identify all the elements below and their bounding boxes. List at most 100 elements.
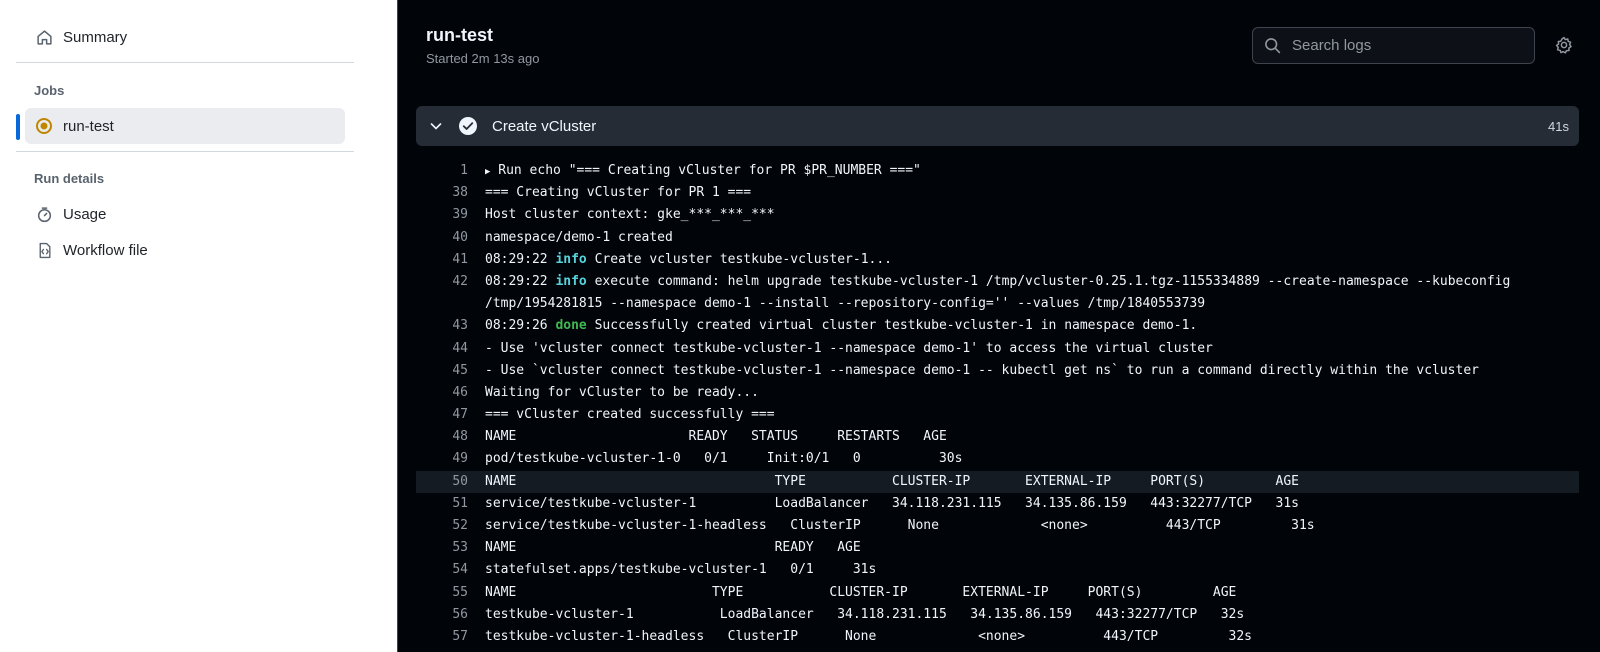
search-logs-box[interactable]: [1252, 27, 1535, 64]
log-line-text: === vCluster created successfully ===: [485, 404, 775, 426]
sidebar-item-summary[interactable]: Summary: [25, 19, 345, 55]
log-line-number[interactable]: 45: [416, 360, 468, 382]
log-line-text: testkube-vcluster-1-headless ClusterIP N…: [485, 626, 1252, 648]
log-line-text: pod/testkube-vcluster-1-0 0/1 Init:0/1 0…: [485, 448, 962, 470]
log-message: NAME READY STATUS RESTARTS AGE: [485, 429, 947, 445]
log-line-text: testkube-vcluster-1 LoadBalancer 34.118.…: [485, 604, 1244, 626]
check-circle-icon: [458, 116, 478, 136]
jobs-heading: Jobs: [34, 83, 65, 98]
log-line-number[interactable]: 42: [416, 271, 468, 315]
sidebar: Summary Jobs run-test Run details Usage …: [0, 0, 397, 652]
log-line-number[interactable]: 1: [416, 160, 468, 182]
log-line-number[interactable]: 41: [416, 249, 468, 271]
log-line-number[interactable]: 46: [416, 382, 468, 404]
log-message: NAME TYPE CLUSTER-IP EXTERNAL-IP PORT(S)…: [485, 473, 1299, 489]
sidebar-item-usage[interactable]: Usage: [25, 196, 345, 232]
log-message: === Creating vCluster for PR 1 ===: [485, 185, 752, 201]
home-icon: [35, 28, 53, 46]
log-line-number[interactable]: 43: [416, 315, 468, 337]
log-line-text: Host cluster context: gke_***_***_***: [485, 204, 775, 226]
chevron-down-icon[interactable]: [428, 118, 444, 134]
log-line-text: NAME TYPE CLUSTER-IP EXTERNAL-IP PORT(S)…: [485, 471, 1299, 493]
log-line-number[interactable]: 40: [416, 227, 468, 249]
log-line-number[interactable]: 52: [416, 515, 468, 537]
log-message: Waiting for vCluster to be ready...: [485, 384, 759, 400]
log-line-text: 08:29:26 done Successfully created virtu…: [485, 315, 1197, 337]
search-icon: [1264, 37, 1282, 55]
log-line-number[interactable]: 49: [416, 448, 468, 470]
log-line-number[interactable]: 56: [416, 604, 468, 626]
page-title: run-test: [426, 25, 493, 45]
gear-icon[interactable]: [1554, 35, 1574, 55]
log-line-text: statefulset.apps/testkube-vcluster-1 0/1…: [485, 559, 876, 581]
run-details-heading: Run details: [34, 171, 105, 186]
log-line: 52 service/testkube-vcluster-1-headless C…: [416, 515, 1579, 537]
sidebar-item-label: Usage: [63, 205, 107, 223]
log-line: 53 NAME READY AGE: [416, 537, 1579, 559]
log-line-number[interactable]: 53: [416, 537, 468, 559]
sidebar-item-label: Workflow file: [63, 241, 148, 259]
divider: [16, 151, 354, 152]
log-line-number[interactable]: 47: [416, 404, 468, 426]
log-line-text: 08:29:22 info Create vcluster testkube-v…: [485, 249, 892, 271]
sidebar-item-workflow-file[interactable]: Workflow file: [25, 232, 345, 268]
log-message: testkube-vcluster-1 LoadBalancer 34.118.…: [485, 606, 1245, 622]
log-message: - Use 'vcluster connect testkube-vcluste…: [485, 340, 1213, 356]
log-message: namespace/demo-1 created: [485, 229, 673, 245]
log-message: NAME TYPE CLUSTER-IP EXTERNAL-IP PORT(S)…: [485, 584, 1237, 600]
log-level: info: [555, 273, 587, 289]
log-line: 43 08:29:26 done Successfully created vir…: [416, 315, 1579, 337]
log-line: 1 ▶ Run echo "=== Creating vCluster for P…: [416, 160, 1579, 182]
log-line-text: namespace/demo-1 created: [485, 227, 673, 249]
log-line: 46 Waiting for vCluster to be ready...: [416, 382, 1579, 404]
log-line: 51 service/testkube-vcluster-1 LoadBalanc…: [416, 493, 1579, 515]
log-line: 54 statefulset.apps/testkube-vcluster-1 0…: [416, 559, 1579, 581]
log-line: 55 NAME TYPE CLUSTER-IP EXTERNAL-IP PORT(…: [416, 582, 1579, 604]
log-line-number[interactable]: 50: [416, 471, 468, 493]
log-line-text: ▶ Run echo "=== Creating vCluster for PR…: [485, 160, 921, 182]
search-input[interactable]: [1292, 37, 1522, 54]
log-line-text: service/testkube-vcluster-1 LoadBalancer…: [485, 493, 1299, 515]
log-message: service/testkube-vcluster-1-headless Clu…: [485, 518, 1315, 534]
log-level: done: [555, 318, 587, 334]
log-line-text: service/testkube-vcluster-1-headless Clu…: [485, 515, 1315, 537]
log-line-number[interactable]: 38: [416, 182, 468, 204]
log-line-text: NAME READY STATUS RESTARTS AGE: [485, 426, 947, 448]
log-line-text: - Use 'vcluster connect testkube-vcluste…: [485, 338, 1213, 360]
log-line-number[interactable]: 57: [416, 626, 468, 648]
log-line: 40 namespace/demo-1 created: [416, 227, 1579, 249]
step-header-create-vcluster[interactable]: Create vCluster 41s: [416, 106, 1579, 146]
step-name: Create vCluster: [492, 117, 597, 135]
log-line: 48 NAME READY STATUS RESTARTS AGE: [416, 426, 1579, 448]
log-message: === vCluster created successfully ===: [485, 407, 775, 423]
log-message: - Use `vcluster connect testkube-vcluste…: [485, 362, 1479, 378]
sidebar-item-run-test[interactable]: run-test: [25, 108, 345, 144]
sidebar-item-label: run-test: [63, 117, 114, 135]
log-line: 44 - Use 'vcluster connect testkube-vclus…: [416, 338, 1579, 360]
log-line-text: NAME READY AGE: [485, 537, 861, 559]
log-message: Run echo "=== Creating vCluster for PR $…: [490, 163, 921, 178]
log-line: 56 testkube-vcluster-1 LoadBalancer 34.11…: [416, 604, 1579, 626]
log-output: 1 ▶ Run echo "=== Creating vCluster for P…: [416, 160, 1579, 648]
log-line-text: 08:29:22 info execute command: helm upgr…: [485, 271, 1545, 315]
log-line: 57 testkube-vcluster-1-headless ClusterIP…: [416, 626, 1579, 648]
step-duration: 41s: [1548, 118, 1569, 134]
log-message: Create vcluster testkube-vcluster-1...: [586, 251, 893, 267]
log-line-number[interactable]: 54: [416, 559, 468, 581]
log-line-number[interactable]: 39: [416, 204, 468, 226]
log-line: 47 === vCluster created successfully ===: [416, 404, 1579, 426]
log-line: 39 Host cluster context: gke_***_***_***: [416, 204, 1579, 226]
log-message: pod/testkube-vcluster-1-0 0/1 Init:0/1 0…: [485, 451, 963, 467]
log-line-number[interactable]: 44: [416, 338, 468, 360]
log-message: service/testkube-vcluster-1 LoadBalancer…: [485, 495, 1299, 511]
log-panel: run-test Started 2m 13s ago Create vClus…: [397, 0, 1600, 652]
log-line-number[interactable]: 55: [416, 582, 468, 604]
log-line-text: === Creating vCluster for PR 1 ===: [485, 182, 751, 204]
log-line-number[interactable]: 51: [416, 493, 468, 515]
log-line-number[interactable]: 48: [416, 426, 468, 448]
log-message: Host cluster context: gke_***_***_***: [485, 207, 775, 223]
log-message: NAME READY AGE: [485, 540, 861, 556]
sidebar-item-label: Summary: [63, 28, 128, 46]
log-timestamp: 08:29:22: [485, 273, 548, 289]
log-message: execute command: helm upgrade testkube-v…: [485, 273, 1519, 312]
